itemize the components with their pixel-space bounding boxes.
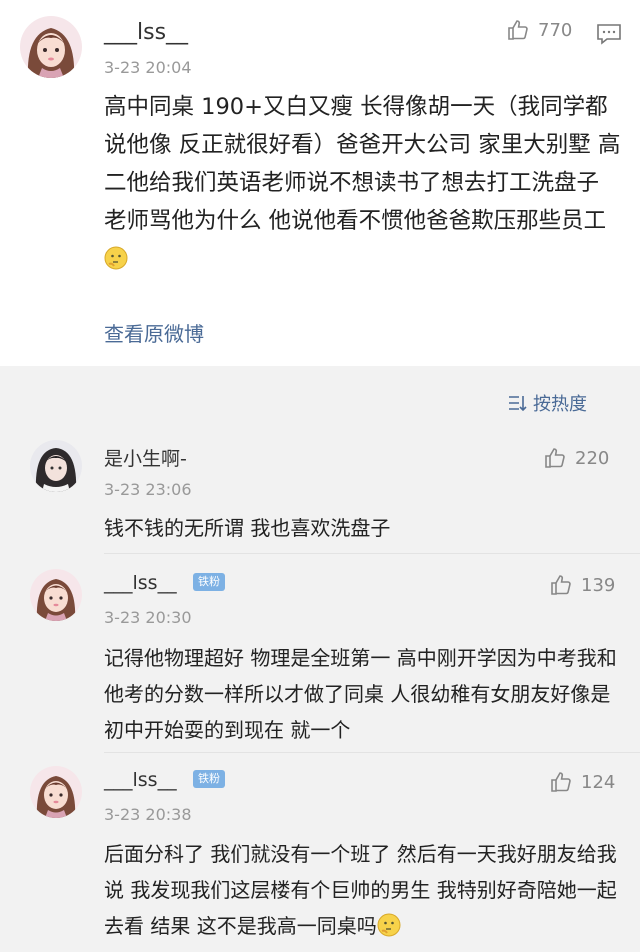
thumbs-up-icon (545, 448, 565, 468)
comment-like-count: 139 (581, 574, 616, 596)
sort-label: 按热度 (533, 394, 587, 415)
comment-like-button[interactable]: 220 (543, 446, 609, 470)
post-username[interactable]: ___lss__ (104, 20, 188, 45)
comment-username[interactable]: ___lss__ (104, 769, 177, 791)
fan-badge: 铁粉 (193, 573, 225, 591)
thumbs-up-icon (551, 575, 571, 595)
post-time: 3-23 20:04 (104, 58, 192, 77)
avatar[interactable] (20, 16, 82, 78)
comment-time: 3-23 23:06 (104, 480, 192, 499)
divider (104, 553, 640, 554)
sort-icon (509, 396, 527, 412)
fan-badge: 铁粉 (193, 770, 225, 788)
view-original-link[interactable]: 查看原微博 (104, 318, 204, 347)
post-like-button[interactable]: 770 (506, 18, 572, 42)
post-card: ___lss__ 3-23 20:04 770 高中同桌 190+又白又瘦 长得… (0, 0, 640, 366)
post-text: 高中同桌 190+又白又瘦 长得像胡一天（我同学都说他像 反正就很好看）爸爸开大… (104, 88, 624, 278)
comment-like-button[interactable]: 139 (549, 573, 615, 597)
post-like-count: 770 (538, 19, 573, 41)
post-text-content: 高中同桌 190+又白又瘦 长得像胡一天（我同学都说他像 反正就很好看）爸爸开大… (104, 94, 621, 234)
comment-text-content: 后面分科了 我们就没有一个班了 然后有一天我好朋友给我说 我发现我们这层楼有个巨… (104, 842, 617, 938)
comment-text: 钱不钱的无所谓 我也喜欢洗盘子 (104, 516, 391, 540)
comment-text: 后面分科了 我们就没有一个班了 然后有一天我好朋友给我说 我发现我们这层楼有个巨… (104, 836, 624, 944)
avatar[interactable] (30, 766, 82, 818)
comment-icon[interactable] (596, 22, 622, 50)
comment-time: 3-23 20:38 (104, 805, 192, 824)
thinking-emoji-icon (377, 913, 401, 937)
thinking-emoji-icon (104, 246, 128, 270)
comment-like-count: 124 (581, 771, 616, 793)
comment-username[interactable]: 是小生啊- (104, 444, 187, 471)
sort-by-hot-button[interactable]: 按热度 (507, 390, 587, 416)
comment-like-button[interactable]: 124 (549, 770, 615, 794)
comment-like-count: 220 (575, 447, 610, 469)
avatar[interactable] (30, 440, 82, 492)
thumbs-up-icon (551, 772, 571, 792)
divider (104, 752, 640, 753)
avatar[interactable] (30, 569, 82, 621)
comment-username[interactable]: ___lss__ (104, 572, 177, 594)
thumbs-up-icon (508, 20, 528, 40)
comment-time: 3-23 20:30 (104, 608, 192, 627)
comment-text: 记得他物理超好 物理是全班第一 高中刚开学因为中考我和他考的分数一样所以才做了同… (104, 646, 617, 742)
